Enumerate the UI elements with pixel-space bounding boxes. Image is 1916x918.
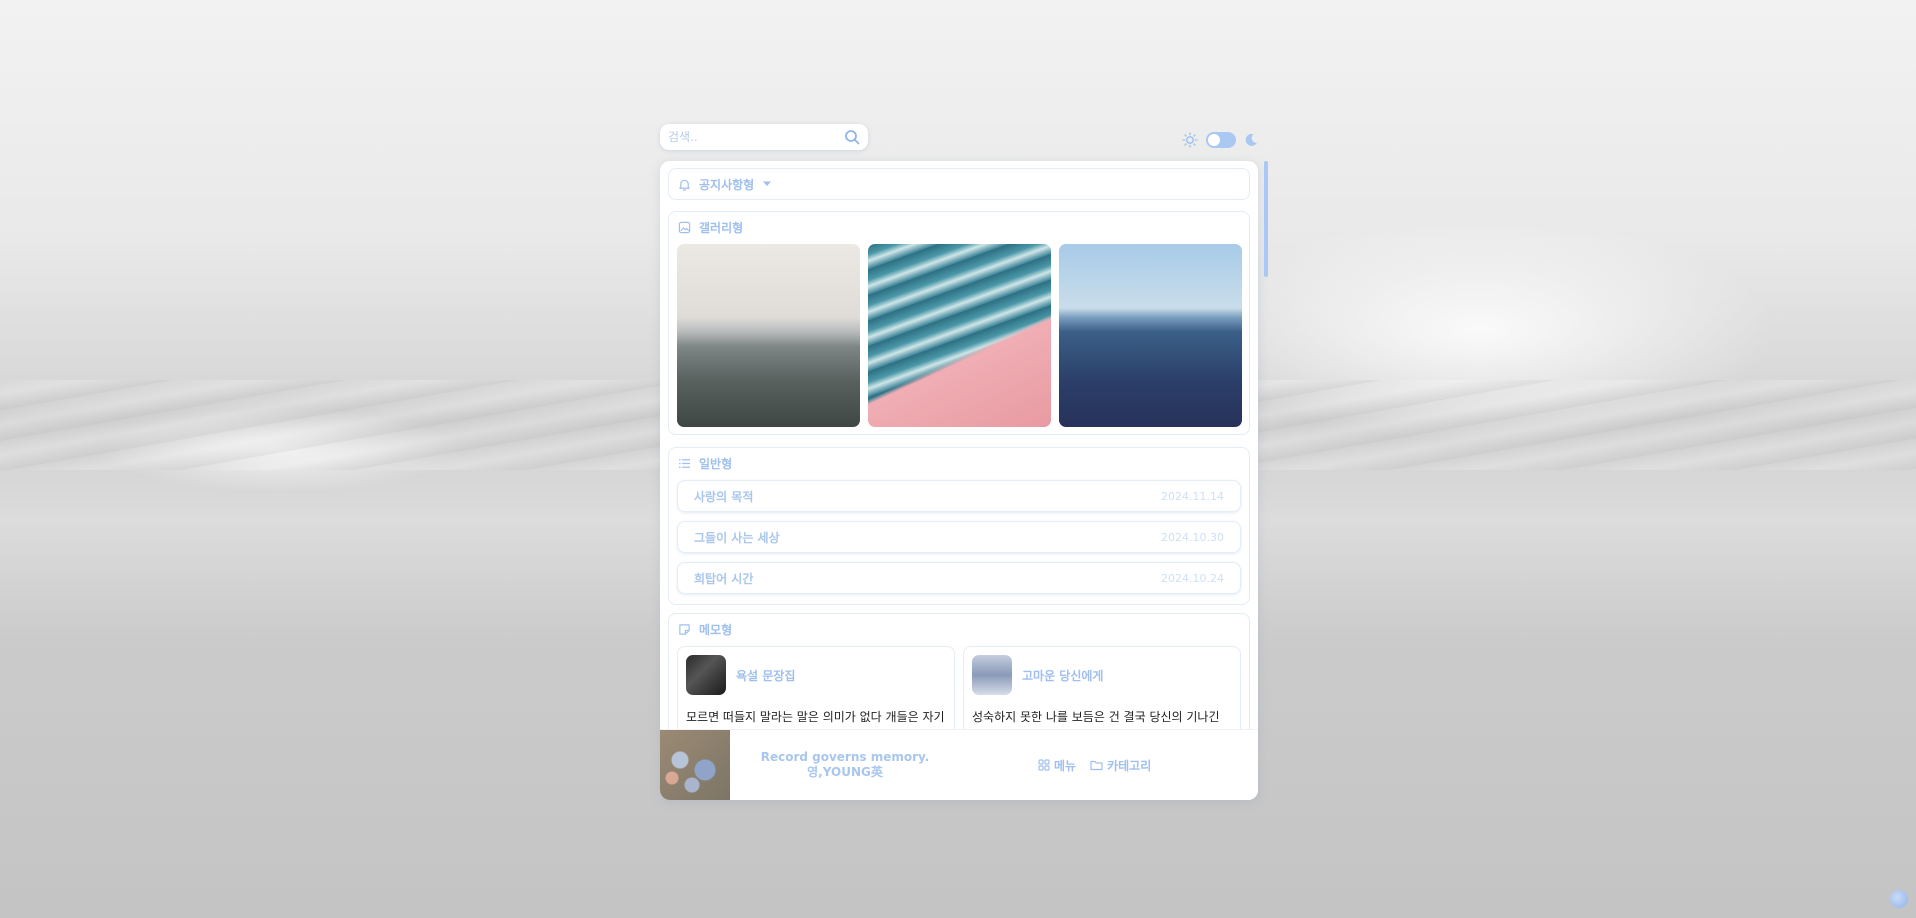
list-item-title: 그들이 사는 세상: [694, 530, 780, 545]
scrollbar-thumb[interactable]: [1264, 161, 1268, 277]
footer-nav: 메뉴 카테고리: [1038, 757, 1151, 774]
memo-header: 메모형: [669, 614, 1249, 644]
memo-icon: [678, 623, 691, 636]
image-icon: [678, 221, 691, 234]
memo-card-header: 욕설 문장집: [686, 655, 946, 695]
memo-card[interactable]: 고마운 당신에게 성숙하지 못한 나를 보듬은 건 결국 당신의 기나긴 노력이…: [963, 646, 1241, 729]
search-box[interactable]: [660, 124, 868, 150]
list-icon: [678, 457, 691, 470]
list-item[interactable]: 사랑의 목적 2024.11.14: [677, 480, 1241, 512]
footer-motto-line1: Record governs memory.: [760, 750, 930, 764]
notice-section: 공지사항형: [668, 168, 1250, 200]
memo-card-header: 고마운 당신에게: [972, 655, 1232, 695]
memo-section: 메모형 욕설 문장집 모르면 떠들지 말라는 말은 의미가 없다 개들은 자기가…: [668, 613, 1250, 729]
chevron-down-icon[interactable]: [762, 180, 772, 188]
gallery-header: 갤러리형: [669, 212, 1249, 242]
memo-card-title: 고마운 당신에게: [1022, 668, 1104, 683]
list-item-title: 희탑어 시간: [694, 571, 754, 586]
list-item-title: 사랑의 목적: [694, 489, 754, 504]
grid-icon: [1038, 759, 1050, 771]
list-item-date: 2024.11.14: [1161, 489, 1224, 503]
dark-mode-switch[interactable]: [1206, 132, 1236, 148]
memo-card-title: 욕설 문장집: [736, 668, 796, 683]
footer-profile-image: [660, 730, 730, 800]
folder-icon: [1090, 759, 1103, 771]
corner-logo-icon[interactable]: [1890, 890, 1908, 908]
list-item[interactable]: 희탑어 시간 2024.10.24: [677, 562, 1241, 594]
main-panel: 공지사항형 갤러리형 일반형 사랑의 목적 2024.11.14 그들이 사는 …: [660, 161, 1258, 800]
content-scroll-area[interactable]: 공지사항형 갤러리형 일반형 사랑의 목적 2024.11.14 그들이 사는 …: [660, 161, 1258, 729]
general-header: 일반형: [669, 448, 1249, 478]
memo-card-text: 성숙하지 못한 나를 보듬은 건 결국 당신의 기나긴 노력이었고 나는 그걸 …: [972, 710, 1220, 724]
general-label: 일반형: [699, 456, 733, 471]
bell-icon: [678, 178, 691, 191]
memo-card-text: 모르면 떠들지 말라는 말은 의미가 없다 개들은 자기가 뭘 모르는지도 모르…: [686, 710, 945, 724]
notice-header[interactable]: 공지사항형: [669, 169, 1249, 199]
sun-icon: [1182, 132, 1198, 148]
footer-bar: Record governs memory. 영,YOUNG英 메뉴 카테고리: [660, 729, 1258, 800]
avatar: [972, 655, 1012, 695]
avatar: [686, 655, 726, 695]
gallery-thumb-deep-blue-sea[interactable]: [1059, 244, 1242, 427]
general-section: 일반형 사랑의 목적 2024.11.14 그들이 사는 세상 2024.10.…: [668, 447, 1250, 605]
notice-label: 공지사항형: [699, 177, 755, 192]
gallery-grid: [677, 244, 1242, 427]
category-button-label: 카테고리: [1107, 758, 1152, 773]
list-item[interactable]: 그들이 사는 세상 2024.10.30: [677, 521, 1241, 553]
gallery-thumb-waves-pink-sand[interactable]: [868, 244, 1051, 427]
moon-icon: [1244, 133, 1258, 147]
gallery-label: 갤러리형: [699, 220, 744, 235]
list-item-date: 2024.10.30: [1161, 530, 1224, 544]
search-input[interactable]: [668, 130, 844, 144]
theme-toggle[interactable]: [1182, 130, 1258, 150]
category-button[interactable]: 카테고리: [1090, 757, 1151, 774]
list-item-date: 2024.10.24: [1161, 571, 1224, 585]
gallery-thumb-foggy-sea[interactable]: [677, 244, 860, 427]
memo-card[interactable]: 욕설 문장집 모르면 떠들지 말라는 말은 의미가 없다 개들은 자기가 뭘 모…: [677, 646, 955, 729]
gallery-section: 갤러리형: [668, 211, 1250, 435]
footer-motto: Record governs memory. 영,YOUNG英: [730, 750, 960, 780]
menu-button-label: 메뉴: [1054, 758, 1077, 773]
footer-motto-line2: 영,YOUNG英: [807, 765, 883, 779]
search-icon[interactable]: [844, 129, 860, 145]
menu-button[interactable]: 메뉴: [1038, 757, 1076, 774]
memo-label: 메모형: [699, 622, 733, 637]
